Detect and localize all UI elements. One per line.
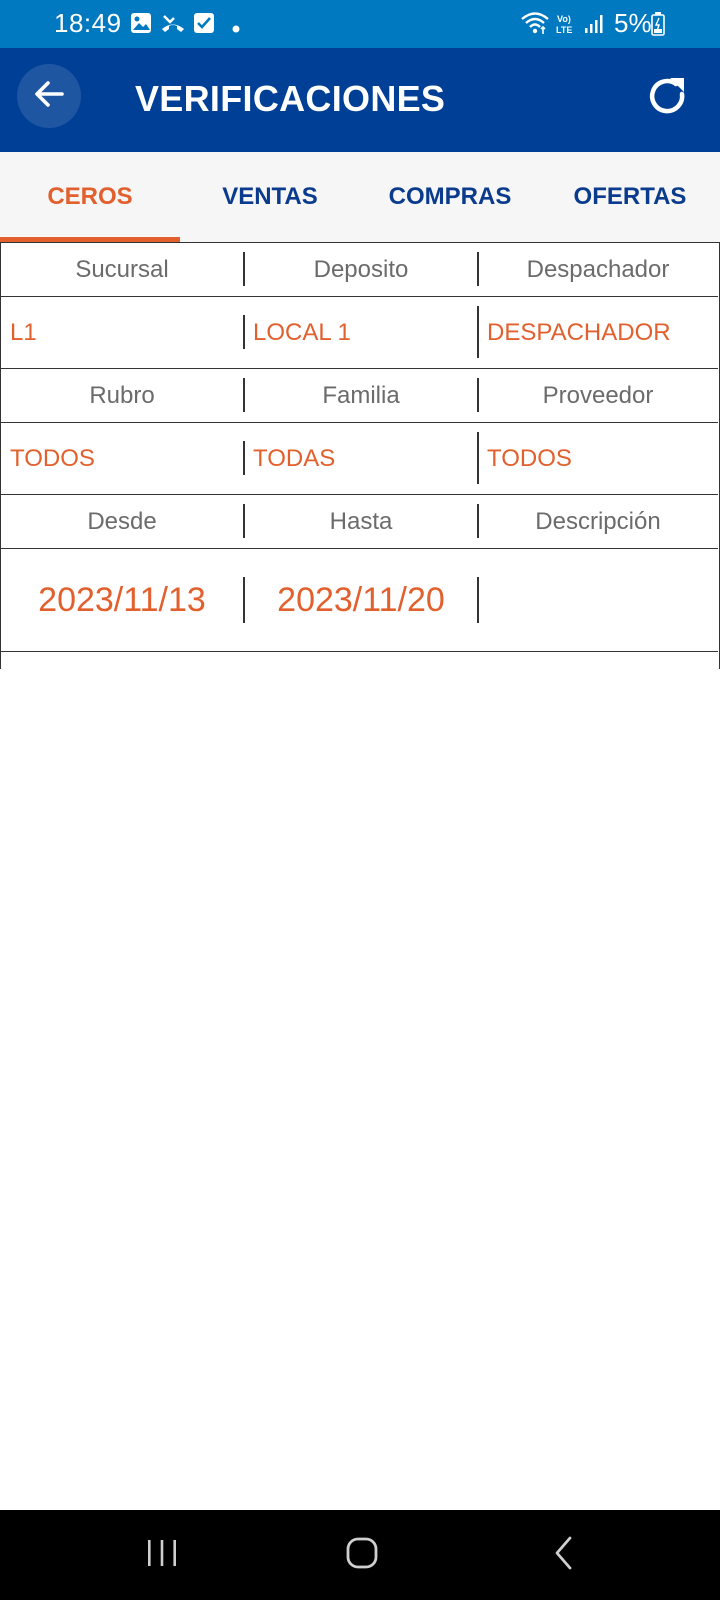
- sucursal-value[interactable]: L1: [1, 297, 243, 368]
- header-row: Sucursal Deposito Despachador: [1, 243, 718, 297]
- value-row: L1 LOCAL 1 DESPACHADOR: [1, 297, 718, 369]
- refresh-button[interactable]: [640, 70, 696, 126]
- rubro-value[interactable]: TODOS: [1, 423, 243, 494]
- page-title: VERIFICACIONES: [135, 78, 446, 119]
- checkbox-icon: [193, 12, 215, 39]
- header-desde: Desde: [87, 507, 157, 535]
- svg-text:LTE: LTE: [556, 25, 572, 35]
- familia-value[interactable]: TODAS: [244, 423, 478, 494]
- despachador-value[interactable]: DESPACHADOR: [478, 297, 718, 368]
- back-nav-icon: [552, 1535, 576, 1576]
- descripcion-input[interactable]: [478, 549, 718, 651]
- value-row: 2023/11/13 2023/11/20: [1, 549, 718, 652]
- value-row: TODOS TODAS TODOS: [1, 423, 718, 495]
- proveedor-value[interactable]: TODOS: [478, 423, 718, 494]
- battery-percent: 5%: [614, 8, 652, 38]
- desde-date[interactable]: 2023/11/13: [1, 549, 243, 651]
- header-proveedor: Proveedor: [542, 381, 654, 409]
- dot-icon: [232, 20, 240, 38]
- tab-ofertas[interactable]: OFERTAS: [540, 152, 720, 242]
- refresh-icon: [646, 74, 690, 123]
- header-familia: Familia: [322, 381, 400, 409]
- header-deposito: Deposito: [313, 255, 409, 283]
- deposito-value[interactable]: LOCAL 1: [244, 297, 478, 368]
- back-button[interactable]: [17, 64, 81, 128]
- battery-icon: [651, 12, 665, 41]
- header-hasta: Hasta: [329, 507, 393, 535]
- header-descripcion: Descripción: [535, 507, 661, 535]
- tab-bar: CEROS VENTAS COMPRAS OFERTAS: [0, 152, 720, 242]
- header-sucursal: Sucursal: [75, 255, 169, 283]
- arrow-back-icon: [32, 77, 66, 116]
- volte-icon: Vo) LTE: [555, 12, 579, 41]
- home-button[interactable]: [322, 1530, 402, 1580]
- nav-back-button[interactable]: [524, 1530, 604, 1580]
- app-bar: VERIFICACIONES: [0, 48, 720, 152]
- recent-apps-button[interactable]: [122, 1530, 202, 1580]
- wifi-icon: [520, 10, 550, 41]
- gallery-icon: [130, 12, 152, 39]
- status-time: 18:49: [54, 8, 122, 38]
- recent-apps-icon: [145, 1537, 179, 1574]
- hasta-date[interactable]: 2023/11/20: [244, 549, 478, 651]
- system-nav-bar: [0, 1510, 720, 1600]
- header-row: Desde Hasta Descripción: [1, 495, 718, 549]
- home-icon: [345, 1536, 379, 1575]
- app-screen: 18:49 Vo) LTE 5% VERIFICACIONES CEROS VE…: [0, 0, 720, 1600]
- header-despachador: Despachador: [526, 255, 670, 283]
- header-row: Rubro Familia Proveedor: [1, 369, 718, 423]
- missed-call-icon: [160, 12, 186, 39]
- svg-text:Vo): Vo): [557, 14, 571, 24]
- filter-grid: Sucursal Deposito Despachador L1 LOCAL 1…: [0, 242, 720, 669]
- tab-ventas[interactable]: VENTAS: [180, 152, 360, 242]
- signal-icon: [584, 14, 606, 39]
- status-bar: 18:49 Vo) LTE 5%: [0, 0, 720, 48]
- tab-compras[interactable]: COMPRAS: [360, 152, 540, 242]
- header-rubro: Rubro: [89, 381, 155, 409]
- tab-ceros[interactable]: CEROS: [0, 152, 180, 242]
